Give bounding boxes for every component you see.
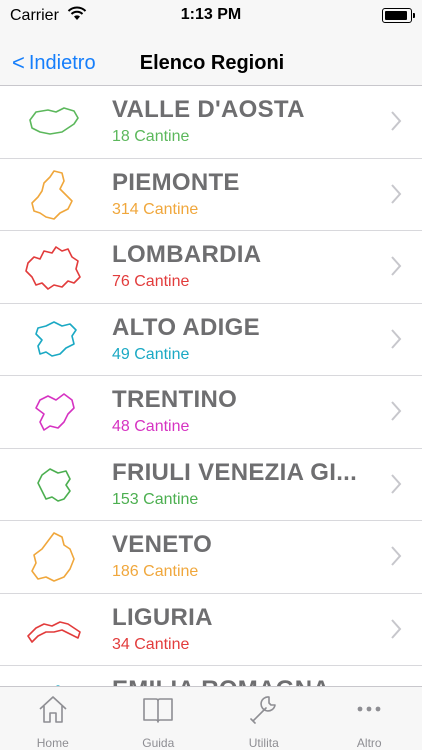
- winery-count: 186 Cantine: [112, 563, 199, 580]
- region-name: LOMBARDIA: [112, 241, 262, 268]
- emilia-romagna-map-icon: [24, 674, 84, 686]
- winery-count: 18 Cantine: [112, 128, 190, 145]
- region-name: ALTO ADIGE: [112, 313, 260, 341]
- region-name: PIEMONTE: [112, 168, 240, 196]
- region-name: LIGURIA: [112, 603, 213, 631]
- status-bar: Carrier 1:13 PM: [0, 0, 422, 40]
- battery-icon: [382, 8, 415, 23]
- tab-home[interactable]: Home: [0, 687, 106, 750]
- chevron-right-icon: [390, 328, 402, 350]
- region-name: EMILIA ROMAGNA: [112, 676, 374, 686]
- chevron-right-icon: [390, 110, 402, 132]
- region-row[interactable]: EMILIA ROMAGNA: [0, 666, 422, 686]
- region-name: VALLE D'AOSTA: [112, 96, 305, 123]
- friuli-venezia-giulia-map-icon: [24, 457, 84, 513]
- winery-count: 314 Cantine: [112, 200, 199, 218]
- winery-count: 48 Cantine: [112, 418, 190, 435]
- region-row[interactable]: VALLE D'AOSTA 18 Cantine: [0, 86, 422, 159]
- winery-count: 34 Cantine: [112, 635, 190, 653]
- wrench-icon: [247, 693, 281, 730]
- book-icon: [141, 693, 175, 730]
- region-name: FRIULI VENEZIA GI...: [112, 458, 358, 486]
- tab-guida[interactable]: Guida: [106, 687, 212, 750]
- tab-label: Utilita: [248, 736, 279, 750]
- liguria-map-icon: [24, 602, 84, 658]
- tab-utilita[interactable]: Utilita: [211, 687, 317, 750]
- chevron-right-icon: [390, 545, 402, 567]
- navigation-bar: < Indietro Elenco Regioni: [0, 40, 422, 86]
- chevron-right-icon: [390, 400, 402, 422]
- tab-label: Guida: [142, 736, 175, 750]
- trentino-map-icon: [24, 384, 84, 440]
- tab-altro[interactable]: Altro: [317, 687, 422, 750]
- region-name: VENETO: [112, 531, 213, 558]
- chevron-right-icon: [390, 255, 402, 277]
- region-row[interactable]: FRIULI VENEZIA GI... 153 Cantine: [0, 449, 422, 521]
- tab-label: Altro: [356, 736, 382, 750]
- lombardia-map-icon: [24, 239, 84, 295]
- chevron-right-icon: [390, 473, 402, 495]
- region-row[interactable]: PIEMONTE 314 Cantine: [0, 159, 422, 231]
- winery-count: 153 Cantine: [112, 490, 199, 508]
- tab-bar: Home Guida Utilita Altro: [0, 686, 422, 750]
- chevron-right-icon: [390, 183, 402, 205]
- winery-count: 49 Cantine: [112, 345, 190, 363]
- alto-adige-map-icon: [24, 312, 84, 368]
- winery-count: 76 Cantine: [112, 273, 190, 290]
- valle-daosta-map-icon: [24, 94, 84, 150]
- status-time: 1:13 PM: [180, 6, 242, 23]
- region-list[interactable]: VALLE D'AOSTA 18 Cantine PIEMONTE 314 Ca…: [0, 86, 422, 686]
- region-name: TRENTINO: [112, 386, 238, 413]
- home-icon: [36, 693, 70, 730]
- region-row[interactable]: ALTO ADIGE 49 Cantine: [0, 304, 422, 376]
- region-row[interactable]: LOMBARDIA 76 Cantine: [0, 231, 422, 304]
- region-row[interactable]: VENETO 186 Cantine: [0, 521, 422, 594]
- page-title: Elenco Regioni: [139, 52, 285, 74]
- chevron-right-icon: [390, 618, 402, 640]
- piemonte-map-icon: [24, 167, 84, 223]
- more-icon: [352, 693, 386, 730]
- region-row[interactable]: TRENTINO 48 Cantine: [0, 376, 422, 449]
- veneto-map-icon: [24, 529, 84, 585]
- tab-label: Home: [36, 736, 69, 750]
- region-row[interactable]: LIGURIA 34 Cantine: [0, 594, 422, 666]
